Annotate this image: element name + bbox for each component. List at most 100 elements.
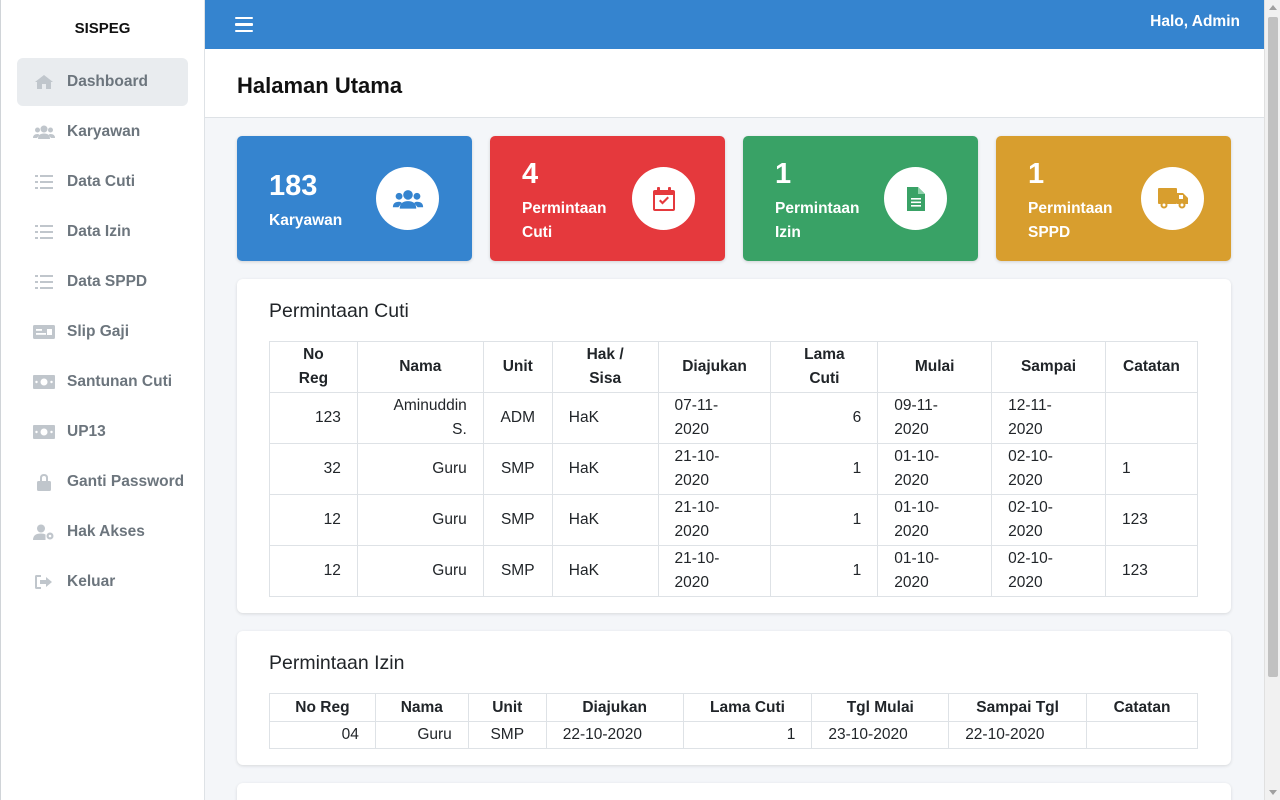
stat-label: Permintaan Izin (775, 200, 860, 241)
column-header: No Reg (269, 693, 376, 722)
cell-unit: ADM (482, 392, 553, 444)
sign-out-icon (33, 574, 55, 590)
scroll-thumb[interactable] (1268, 17, 1278, 677)
list-icon (33, 274, 55, 290)
sidebar-item-data-sppd[interactable]: Data SPPD (17, 258, 188, 306)
cell-noreg: 04 (269, 721, 376, 749)
column-header: Unit (467, 693, 547, 722)
cell-sampai: 22-10-2020 (948, 721, 1088, 749)
users-icon (376, 167, 439, 230)
user-greeting[interactable]: Halo, Admin (1150, 13, 1240, 31)
sidebar-item-label: Data Izin (67, 223, 131, 240)
sidebar-item-dashboard[interactable]: Dashboard (17, 58, 188, 106)
calendar-check-icon (632, 167, 695, 230)
stat-card-permintaan-izin[interactable]: 1 Permintaan Izin (743, 136, 978, 261)
table-row[interactable]: 32 Guru SMP HaK 21-10- 2020 1 01-10- 2020 … (269, 443, 1199, 495)
table-header-row: No Reg Nama Unit Diajukan Lama Cuti Tgl … (269, 693, 1198, 722)
column-header: Unit (482, 341, 553, 393)
table-row[interactable]: 12 Guru SMP HaK 21-10- 2020 1 01-10- 2020 … (269, 494, 1199, 546)
sidebar-item-label: Ganti Password (67, 473, 185, 490)
cell-catatan (1086, 721, 1198, 749)
sidebar: SISPEG Dashboard Karyawan Data Cuti Data… (0, 0, 205, 800)
cell-noreg: 123 (269, 392, 358, 444)
sidebar-item-up13[interactable]: UP13 (17, 408, 188, 456)
cell-lama: 1 (682, 721, 813, 749)
file-icon (884, 167, 947, 230)
money-bill-icon (33, 374, 55, 390)
page-title: Halaman Utama (237, 73, 403, 98)
column-header: Sampai (991, 341, 1106, 393)
user-cog-icon (33, 524, 55, 540)
table-row[interactable]: 123 Aminuddin S. ADM HaK 07-11- 2020 6 09-… (269, 392, 1199, 444)
table-header-row: No Reg Nama Unit Hak / Sisa Diajukan Lama C… (269, 341, 1199, 393)
izin-requests-panel: Permintaan Izin No Reg Nama Unit Diajuka… (237, 631, 1231, 765)
cell-noreg: 12 (269, 545, 358, 597)
izin-table: No Reg Nama Unit Diajukan Lama Cuti Tgl … (269, 693, 1198, 749)
cell-mulai: 01-10- 2020 (877, 443, 993, 495)
panel-title: Permintaan Cuti (269, 300, 409, 322)
sidebar-item-keluar[interactable]: Keluar (17, 558, 188, 606)
cell-nama: Guru (356, 494, 484, 546)
table-row[interactable]: 04 Guru SMP 22-10-2020 1 23-10-2020 22-1… (269, 721, 1198, 749)
home-icon (33, 74, 55, 90)
sidebar-item-slip-gaji[interactable]: Slip Gaji (17, 308, 188, 356)
column-header: Diajukan (657, 341, 772, 393)
table-row[interactable]: 12 Guru SMP HaK 21-10- 2020 1 01-10- 2020 … (269, 545, 1199, 597)
cell-nama: Guru (356, 443, 484, 495)
cell-catatan (1104, 392, 1199, 444)
sidebar-item-data-izin[interactable]: Data Izin (17, 208, 188, 256)
sidebar-item-label: Slip Gaji (67, 323, 130, 340)
page-header: Halaman Utama (205, 49, 1264, 118)
column-header: Hak / Sisa (551, 341, 659, 393)
sidebar-item-karyawan[interactable]: Karyawan (17, 108, 188, 156)
column-header: Catatan (1104, 341, 1199, 393)
menu-toggle-icon[interactable] (235, 13, 253, 35)
stat-card-permintaan-cuti[interactable]: 4 Permintaan Cuti (490, 136, 725, 261)
column-header: Catatan (1086, 693, 1198, 722)
cell-lama: 1 (770, 545, 879, 597)
cell-lama: 1 (770, 443, 879, 495)
cell-unit: SMP (482, 545, 553, 597)
sidebar-item-label: Santunan Cuti (67, 373, 173, 390)
cell-hak: HaK (551, 443, 659, 495)
sidebar-item-santunan-cuti[interactable]: Santunan Cuti (17, 358, 188, 406)
top-navbar: Halo, Admin (205, 0, 1264, 49)
cell-lama: 6 (770, 392, 879, 444)
cuti-table: No Reg Nama Unit Hak / Sisa Diajukan Lama C… (269, 341, 1199, 597)
cell-catatan: 123 (1104, 545, 1199, 597)
money-bill-icon (33, 424, 55, 440)
cell-mulai: 01-10- 2020 (877, 494, 993, 546)
column-header: Lama Cuti (682, 693, 813, 722)
cell-sampai: 02-10- 2020 (991, 494, 1106, 546)
sidebar-item-label: Data SPPD (67, 273, 148, 290)
sidebar-item-label: UP13 (67, 423, 106, 440)
column-header: Diajukan (545, 693, 684, 722)
next-panel (237, 783, 1231, 800)
sidebar-item-hak-akses[interactable]: Hak Akses (17, 508, 188, 556)
cell-diajukan: 21-10- 2020 (657, 494, 772, 546)
stat-card-karyawan[interactable]: 183 Karyawan (237, 136, 472, 261)
scroll-up-icon[interactable] (1269, 5, 1277, 10)
cell-nama: Guru (374, 721, 469, 749)
column-header: Mulai (877, 341, 993, 393)
stat-value: 4 (522, 158, 539, 190)
column-header: Lama Cuti (770, 341, 879, 393)
sidebar-item-ganti-password[interactable]: Ganti Password (17, 458, 188, 506)
column-header: Tgl Mulai (811, 693, 950, 722)
sidebar-item-label: Keluar (67, 573, 116, 590)
cell-nama: Guru (356, 545, 484, 597)
users-icon (33, 124, 55, 140)
stat-card-permintaan-sppd[interactable]: 1 Permintaan SPPD (996, 136, 1231, 261)
column-header: No Reg (269, 341, 358, 393)
cell-catatan: 1 (1104, 443, 1199, 495)
sidebar-item-data-cuti[interactable]: Data Cuti (17, 158, 188, 206)
stat-value: 1 (775, 158, 792, 190)
cell-mulai: 01-10- 2020 (877, 545, 993, 597)
cell-sampai: 02-10- 2020 (991, 545, 1106, 597)
column-header: Nama (374, 693, 469, 722)
cell-unit: SMP (482, 494, 553, 546)
scroll-down-icon[interactable] (1269, 790, 1277, 795)
cell-noreg: 12 (269, 494, 358, 546)
cell-noreg: 32 (269, 443, 358, 495)
page-scrollbar[interactable] (1264, 0, 1280, 800)
